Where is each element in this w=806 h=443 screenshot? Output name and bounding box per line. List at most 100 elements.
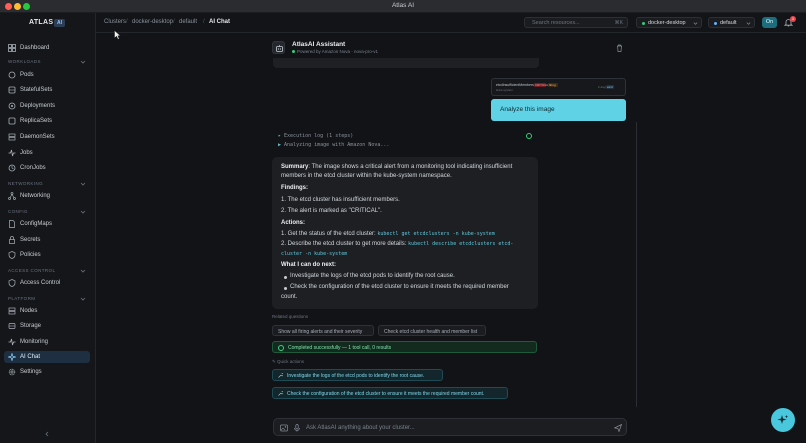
finding-item: 1. The etcd cluster has insufficient mem… xyxy=(281,197,400,203)
scroll-track[interactable] xyxy=(636,122,637,407)
execution-log-step: ▶ Analyzing image with Amazon Nova... xyxy=(278,142,390,148)
chevron-down-icon[interactable] xyxy=(80,59,86,65)
pod-icon xyxy=(8,71,16,79)
bullet xyxy=(284,276,287,279)
code-snippet[interactable]: kubectl describe etcdclusters etcd- xyxy=(408,241,513,247)
execution-log[interactable]: ▸ Execution log (1 steps) ▶ Analyzing im… xyxy=(272,130,538,150)
code-snippet[interactable]: kubectl get etcdclusters -n kube-system xyxy=(377,231,494,237)
quick-action-button[interactable]: Investigate the logs of the etcd pods to… xyxy=(272,369,443,381)
sidebar-item-storage[interactable]: Storage xyxy=(4,320,90,332)
sidebar-item-label: Nodes xyxy=(20,307,38,314)
sidebar-item-monitoring[interactable]: Monitoring xyxy=(4,336,90,348)
summary-line-1: Summary: The image shows a critical aler… xyxy=(281,164,513,170)
preview-alert-name: etcdInsufficientMembers xyxy=(496,83,534,87)
actions-heading: Actions: xyxy=(281,220,306,226)
trash-icon[interactable] xyxy=(616,44,623,52)
sidebar-item-statefulsets[interactable]: StatefulSets xyxy=(4,84,90,96)
layers-icon xyxy=(8,117,16,125)
breadcrumb-clusters[interactable]: Clusters xyxy=(104,19,126,25)
microphone-icon[interactable] xyxy=(293,424,301,432)
section-networking: NETWORKING xyxy=(8,181,43,186)
breadcrumb-cluster[interactable]: docker-desktop xyxy=(132,19,173,25)
mouse-cursor-icon xyxy=(114,30,121,40)
network-icon xyxy=(8,192,16,200)
sidebar-item-label: DaemonSets xyxy=(20,133,55,140)
model-info: Powered by Amazon Nova · nova-pro-v1 xyxy=(297,49,379,54)
server-icon xyxy=(8,133,16,141)
breadcrumb-namespace[interactable]: default xyxy=(179,19,197,25)
cluster-status-dot xyxy=(642,21,645,25)
sidebar-item-settings[interactable]: Settings xyxy=(4,366,90,378)
chevron-down-icon xyxy=(746,22,751,25)
live-toggle-button[interactable]: On xyxy=(762,17,777,28)
activity-icon xyxy=(8,338,16,346)
top-header: Clusters / docker-desktop / default / AI… xyxy=(96,13,806,33)
sidebar-item-access-control[interactable]: Access Control xyxy=(4,277,90,289)
chevron-down-icon[interactable] xyxy=(80,296,86,302)
notification-badge: 1 xyxy=(790,16,796,22)
code-snippet[interactable]: cluster -n kube-system xyxy=(281,251,347,257)
sidebar-item-configmaps[interactable]: ConfigMaps xyxy=(4,218,90,230)
brand-badge: AI xyxy=(54,19,65,27)
brand-logo: ATLAS xyxy=(29,19,54,26)
cluster-selector[interactable]: docker-desktop xyxy=(636,17,702,28)
activity-icon xyxy=(8,149,16,157)
shield-icon xyxy=(8,251,16,259)
sidebar-item-jobs[interactable]: Jobs xyxy=(4,147,90,159)
sidebar-item-dashboard[interactable]: Dashboard xyxy=(4,42,90,54)
chat-subtitle: Powered by Amazon Nova · nova-pro-v1 xyxy=(292,49,378,54)
namespace-selector[interactable]: default xyxy=(708,17,755,28)
breadcrumb-separator: / xyxy=(203,19,205,25)
sidebar-item-cronjobs[interactable]: CronJobs xyxy=(4,162,90,174)
search-shortcut: ⌘K xyxy=(614,20,623,26)
preview-namespace: kube-system xyxy=(496,88,514,92)
sidebar-item-label: Jobs xyxy=(20,149,33,156)
related-question-chip[interactable]: Show all firing alerts and their severit… xyxy=(272,325,374,336)
next-item: Investigate the logs of the etcd pods to… xyxy=(290,273,455,279)
sidebar-item-label: ConfigMaps xyxy=(20,220,53,227)
sidebar-item-pods[interactable]: Pods xyxy=(4,69,90,81)
chat-composer[interactable]: Ask AtlasAI anything about your cluster.… xyxy=(273,418,627,436)
finding-item: 2. The alert is marked as "CRITICAL". xyxy=(281,208,382,214)
image-upload-icon[interactable] xyxy=(280,424,288,432)
sidebar-item-deployments[interactable]: Deployments xyxy=(4,100,90,112)
chevron-down-icon xyxy=(693,22,698,25)
chat-title: AtlasAI Assistant xyxy=(292,41,346,48)
chevron-down-icon[interactable] xyxy=(80,209,86,215)
attached-image-preview[interactable]: etcdInsufficientMembers CRITICAL firing … xyxy=(491,78,626,96)
check-circle-icon xyxy=(278,344,284,351)
sidebar-item-ai-chat[interactable]: AI Chat xyxy=(4,351,90,363)
sidebar-item-networking[interactable]: Networking xyxy=(4,190,90,202)
user-message-bubble: Analyze this image xyxy=(491,99,626,121)
ai-assistant-fab[interactable] xyxy=(771,408,795,432)
section-platform: PLATFORM xyxy=(8,296,36,301)
next-heading: What I can do next: xyxy=(281,262,337,268)
sidebar-item-label: Monitoring xyxy=(20,338,49,345)
search-input[interactable]: Search resources... ⌘K xyxy=(524,17,628,28)
next-item: Check the configuration of the etcd clus… xyxy=(290,284,509,290)
sidebar-item-daemonsets[interactable]: DaemonSets xyxy=(4,131,90,143)
database-icon xyxy=(8,86,16,94)
chevron-down-icon[interactable] xyxy=(80,268,86,274)
sidebar-item-replicasets[interactable]: ReplicaSets xyxy=(4,115,90,127)
lock-icon xyxy=(9,236,15,244)
sidebar-item-secrets[interactable]: Secrets xyxy=(4,234,90,246)
dashboard-icon xyxy=(8,44,16,52)
chevron-down-icon[interactable] xyxy=(80,181,86,187)
preview-tag: etcd xyxy=(606,85,614,89)
sidebar-item-label: Deployments xyxy=(20,102,56,109)
send-icon[interactable] xyxy=(614,424,622,432)
window-title: Atlas AI xyxy=(391,2,415,9)
quick-action-button[interactable]: Check the configuration of the etcd clus… xyxy=(272,387,508,399)
execution-log-title: ▸ Execution log (1 steps) xyxy=(278,133,354,139)
chevron-left-icon[interactable] xyxy=(44,431,50,437)
sidebar-item-nodes[interactable]: Nodes xyxy=(4,305,90,317)
sidebar-item-label: Access Control xyxy=(20,279,61,286)
success-text: Completed successfully — 1 tool call, 0 … xyxy=(288,345,392,351)
sidebar-item-label: ReplicaSets xyxy=(20,117,53,124)
previous-message-card xyxy=(273,58,539,68)
sidebar-item-policies[interactable]: Policies xyxy=(4,249,90,261)
preview-critical-badge: CRITICAL xyxy=(534,83,549,87)
related-question-chip[interactable]: Check etcd cluster health and member lis… xyxy=(378,325,486,336)
section-access-control: ACCESS CONTROL xyxy=(8,268,56,273)
